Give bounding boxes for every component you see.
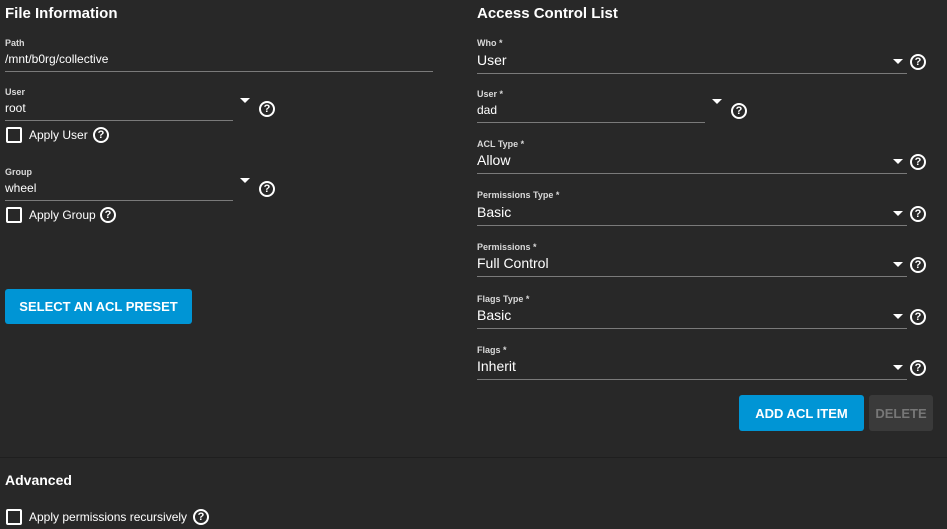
file-info-title: File Information (5, 5, 118, 22)
flags-type-select[interactable]: Basic (477, 307, 877, 323)
path-input[interactable]: /mnt/b0rg/collective (5, 52, 425, 66)
acl-user-underline (477, 122, 705, 123)
apply-group-label: Apply Group (29, 208, 96, 222)
group-help-icon[interactable]: ? (259, 181, 275, 197)
apply-recursively-checkbox[interactable] (6, 509, 22, 525)
apply-user-label: Apply User (29, 128, 88, 142)
flags-select[interactable]: Inherit (477, 358, 877, 374)
group-caret-down-icon[interactable] (240, 178, 250, 183)
permissions-underline (477, 276, 907, 277)
flags-caret-down-icon[interactable] (893, 365, 903, 370)
flags-type-underline (477, 328, 907, 329)
apply-user-checkbox[interactable] (6, 127, 22, 143)
section-divider (0, 457, 947, 458)
user-select[interactable]: root (5, 101, 225, 115)
who-help-icon[interactable]: ? (910, 54, 926, 70)
apply-recursively-label: Apply permissions recursively (29, 510, 188, 524)
group-select[interactable]: wheel (5, 181, 225, 195)
group-underline (5, 200, 233, 201)
permissions-help-icon[interactable]: ? (910, 257, 926, 273)
group-label: Group (5, 167, 32, 177)
apply-user-help-icon[interactable]: ? (93, 127, 109, 143)
apply-group-help-icon[interactable]: ? (100, 207, 116, 223)
flags-help-icon[interactable]: ? (910, 360, 926, 376)
delete-button[interactable]: DELETE (869, 395, 933, 431)
who-caret-down-icon[interactable] (893, 59, 903, 64)
advanced-title: Advanced (5, 472, 72, 488)
add-acl-item-button[interactable]: ADD ACL ITEM (739, 395, 864, 431)
select-acl-preset-button[interactable]: SELECT AN ACL PRESET (5, 289, 192, 324)
acl-user-select[interactable]: dad (477, 103, 697, 117)
acl-type-caret-down-icon[interactable] (893, 159, 903, 164)
acl-user-help-icon[interactable]: ? (731, 103, 747, 119)
acl-title: Access Control List (477, 5, 618, 22)
permissions-type-help-icon[interactable]: ? (910, 206, 926, 222)
flags-type-help-icon[interactable]: ? (910, 309, 926, 325)
acl-type-label: ACL Type * (477, 139, 525, 149)
permissions-caret-down-icon[interactable] (893, 262, 903, 267)
who-underline (477, 73, 907, 74)
flags-underline (477, 379, 907, 380)
permissions-type-underline (477, 225, 907, 226)
user-label: User (5, 87, 26, 97)
flags-type-caret-down-icon[interactable] (893, 314, 903, 319)
user-help-icon[interactable]: ? (259, 101, 275, 117)
apply-group-checkbox[interactable] (6, 207, 22, 223)
acl-type-help-icon[interactable]: ? (910, 154, 926, 170)
apply-recursively-help-icon[interactable]: ? (193, 509, 209, 525)
permissions-label: Permissions * (477, 242, 537, 252)
permissions-type-label: Permissions Type * (477, 190, 560, 200)
flags-type-label: Flags Type * (477, 294, 530, 304)
who-select[interactable]: User (477, 52, 877, 68)
path-label: Path (5, 38, 25, 48)
user-underline (5, 120, 233, 121)
acl-type-select[interactable]: Allow (477, 152, 877, 168)
permissions-select[interactable]: Full Control (477, 255, 877, 271)
user-caret-down-icon[interactable] (240, 98, 250, 103)
acl-type-underline (477, 173, 907, 174)
acl-user-caret-down-icon[interactable] (712, 99, 722, 104)
permissions-type-caret-down-icon[interactable] (893, 211, 903, 216)
path-underline (5, 71, 433, 72)
acl-user-label: User * (477, 89, 504, 99)
permissions-type-select[interactable]: Basic (477, 204, 877, 220)
who-label: Who * (477, 38, 503, 48)
flags-label: Flags * (477, 345, 507, 355)
